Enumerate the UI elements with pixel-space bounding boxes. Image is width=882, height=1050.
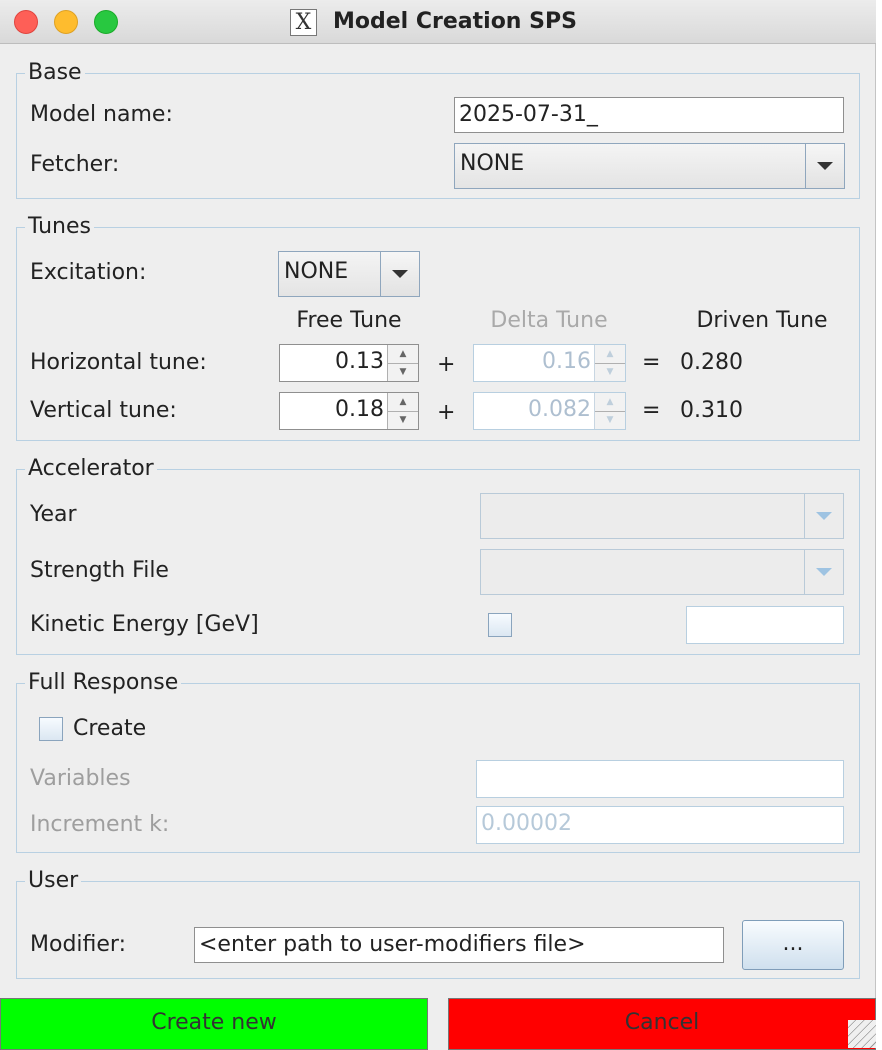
kinetic-energy-label: Kinetic Energy [GeV] xyxy=(30,612,259,637)
user-legend: User xyxy=(25,868,82,894)
modifier-path-input[interactable]: <enter path to user-modifiers file> xyxy=(194,927,724,963)
spinner-down-icon[interactable]: ▼ xyxy=(595,411,625,429)
modifier-label: Modifier: xyxy=(30,932,126,957)
spinner-up-icon[interactable]: ▲ xyxy=(388,393,418,412)
horizontal-delta-tune-spinner[interactable]: 0.16 ▲ ▼ xyxy=(473,344,626,382)
horizontal-tune-label: Horizontal tune: xyxy=(30,350,207,375)
increment-k-input[interactable]: 0.00002 xyxy=(476,806,844,844)
accelerator-legend: Accelerator xyxy=(25,456,157,482)
spinner-buttons: ▲ ▼ xyxy=(387,345,418,381)
spinner-buttons: ▲ ▼ xyxy=(594,393,625,429)
fetcher-value: NONE xyxy=(460,151,525,176)
spinner-buttons: ▲ ▼ xyxy=(387,393,418,429)
excitation-select[interactable]: NONE xyxy=(278,251,420,297)
excitation-label: Excitation: xyxy=(30,260,147,285)
window-title: Model Creation SPS xyxy=(333,9,577,34)
vertical-delta-tune-spinner[interactable]: 0.082 ▲ ▼ xyxy=(473,392,626,430)
free-tune-header: Free Tune xyxy=(296,308,402,333)
strength-file-label: Strength File xyxy=(30,558,169,583)
vertical-delta-tune-value: 0.082 xyxy=(528,397,591,422)
minimize-window-button[interactable] xyxy=(54,10,78,34)
spinner-down-icon[interactable]: ▼ xyxy=(595,363,625,381)
fetcher-label: Fetcher: xyxy=(30,152,120,177)
create-response-label: Create xyxy=(73,716,147,741)
base-legend: Base xyxy=(25,60,85,86)
spinner-up-icon[interactable]: ▲ xyxy=(595,345,625,364)
cancel-button[interactable]: Cancel xyxy=(448,998,876,1050)
spinner-down-icon[interactable]: ▼ xyxy=(388,411,418,429)
delta-tune-header: Delta Tune xyxy=(490,308,608,333)
dialog-window: X Model Creation SPS Base Model name: 20… xyxy=(0,0,876,1050)
create-response-checkbox[interactable] xyxy=(39,717,63,741)
driven-tune-header: Driven Tune xyxy=(696,308,828,333)
strength-file-select[interactable] xyxy=(480,549,844,595)
vertical-tune-label: Vertical tune: xyxy=(30,398,177,423)
vertical-free-tune-spinner[interactable]: 0.18 ▲ ▼ xyxy=(279,392,419,430)
vertical-driven-tune: 0.310 xyxy=(680,398,743,423)
spinner-down-icon[interactable]: ▼ xyxy=(388,363,418,381)
increment-k-label: Increment k: xyxy=(30,812,170,837)
equals-sign: = xyxy=(642,398,661,423)
full-response-legend: Full Response xyxy=(25,670,182,696)
vertical-free-tune-value: 0.18 xyxy=(335,397,384,422)
year-label: Year xyxy=(30,502,77,527)
chevron-down-icon[interactable] xyxy=(804,494,843,538)
spinner-up-icon[interactable]: ▲ xyxy=(595,393,625,412)
chevron-down-icon[interactable] xyxy=(805,144,844,188)
kinetic-energy-input[interactable] xyxy=(686,606,844,644)
zoom-window-button[interactable] xyxy=(94,10,118,34)
plus-sign: + xyxy=(437,400,456,425)
resize-grip-icon[interactable] xyxy=(848,1020,876,1048)
x11-app-icon: X xyxy=(290,9,317,36)
horizontal-driven-tune: 0.280 xyxy=(680,350,743,375)
plus-sign: + xyxy=(437,352,456,377)
equals-sign: = xyxy=(642,350,661,375)
year-select[interactable] xyxy=(480,493,844,539)
variables-label: Variables xyxy=(30,766,131,791)
chevron-down-icon[interactable] xyxy=(380,252,419,296)
model-name-input[interactable]: 2025-07-31_ xyxy=(454,97,844,133)
variables-input[interactable] xyxy=(476,760,844,798)
horizontal-delta-tune-value: 0.16 xyxy=(542,349,591,374)
close-window-button[interactable] xyxy=(14,10,38,34)
title-bar: X Model Creation SPS xyxy=(0,0,876,44)
spinner-buttons: ▲ ▼ xyxy=(594,345,625,381)
chevron-down-icon[interactable] xyxy=(804,550,843,594)
model-name-label: Model name: xyxy=(30,102,173,127)
horizontal-free-tune-spinner[interactable]: 0.13 ▲ ▼ xyxy=(279,344,419,382)
tunes-legend: Tunes xyxy=(25,214,94,240)
fetcher-select[interactable]: NONE xyxy=(454,143,845,189)
browse-button[interactable]: ... xyxy=(742,920,844,970)
kinetic-energy-checkbox[interactable] xyxy=(488,613,512,637)
create-new-button[interactable]: Create new xyxy=(0,998,428,1050)
horizontal-free-tune-value: 0.13 xyxy=(335,349,384,374)
spinner-up-icon[interactable]: ▲ xyxy=(388,345,418,364)
excitation-value: NONE xyxy=(284,259,349,284)
